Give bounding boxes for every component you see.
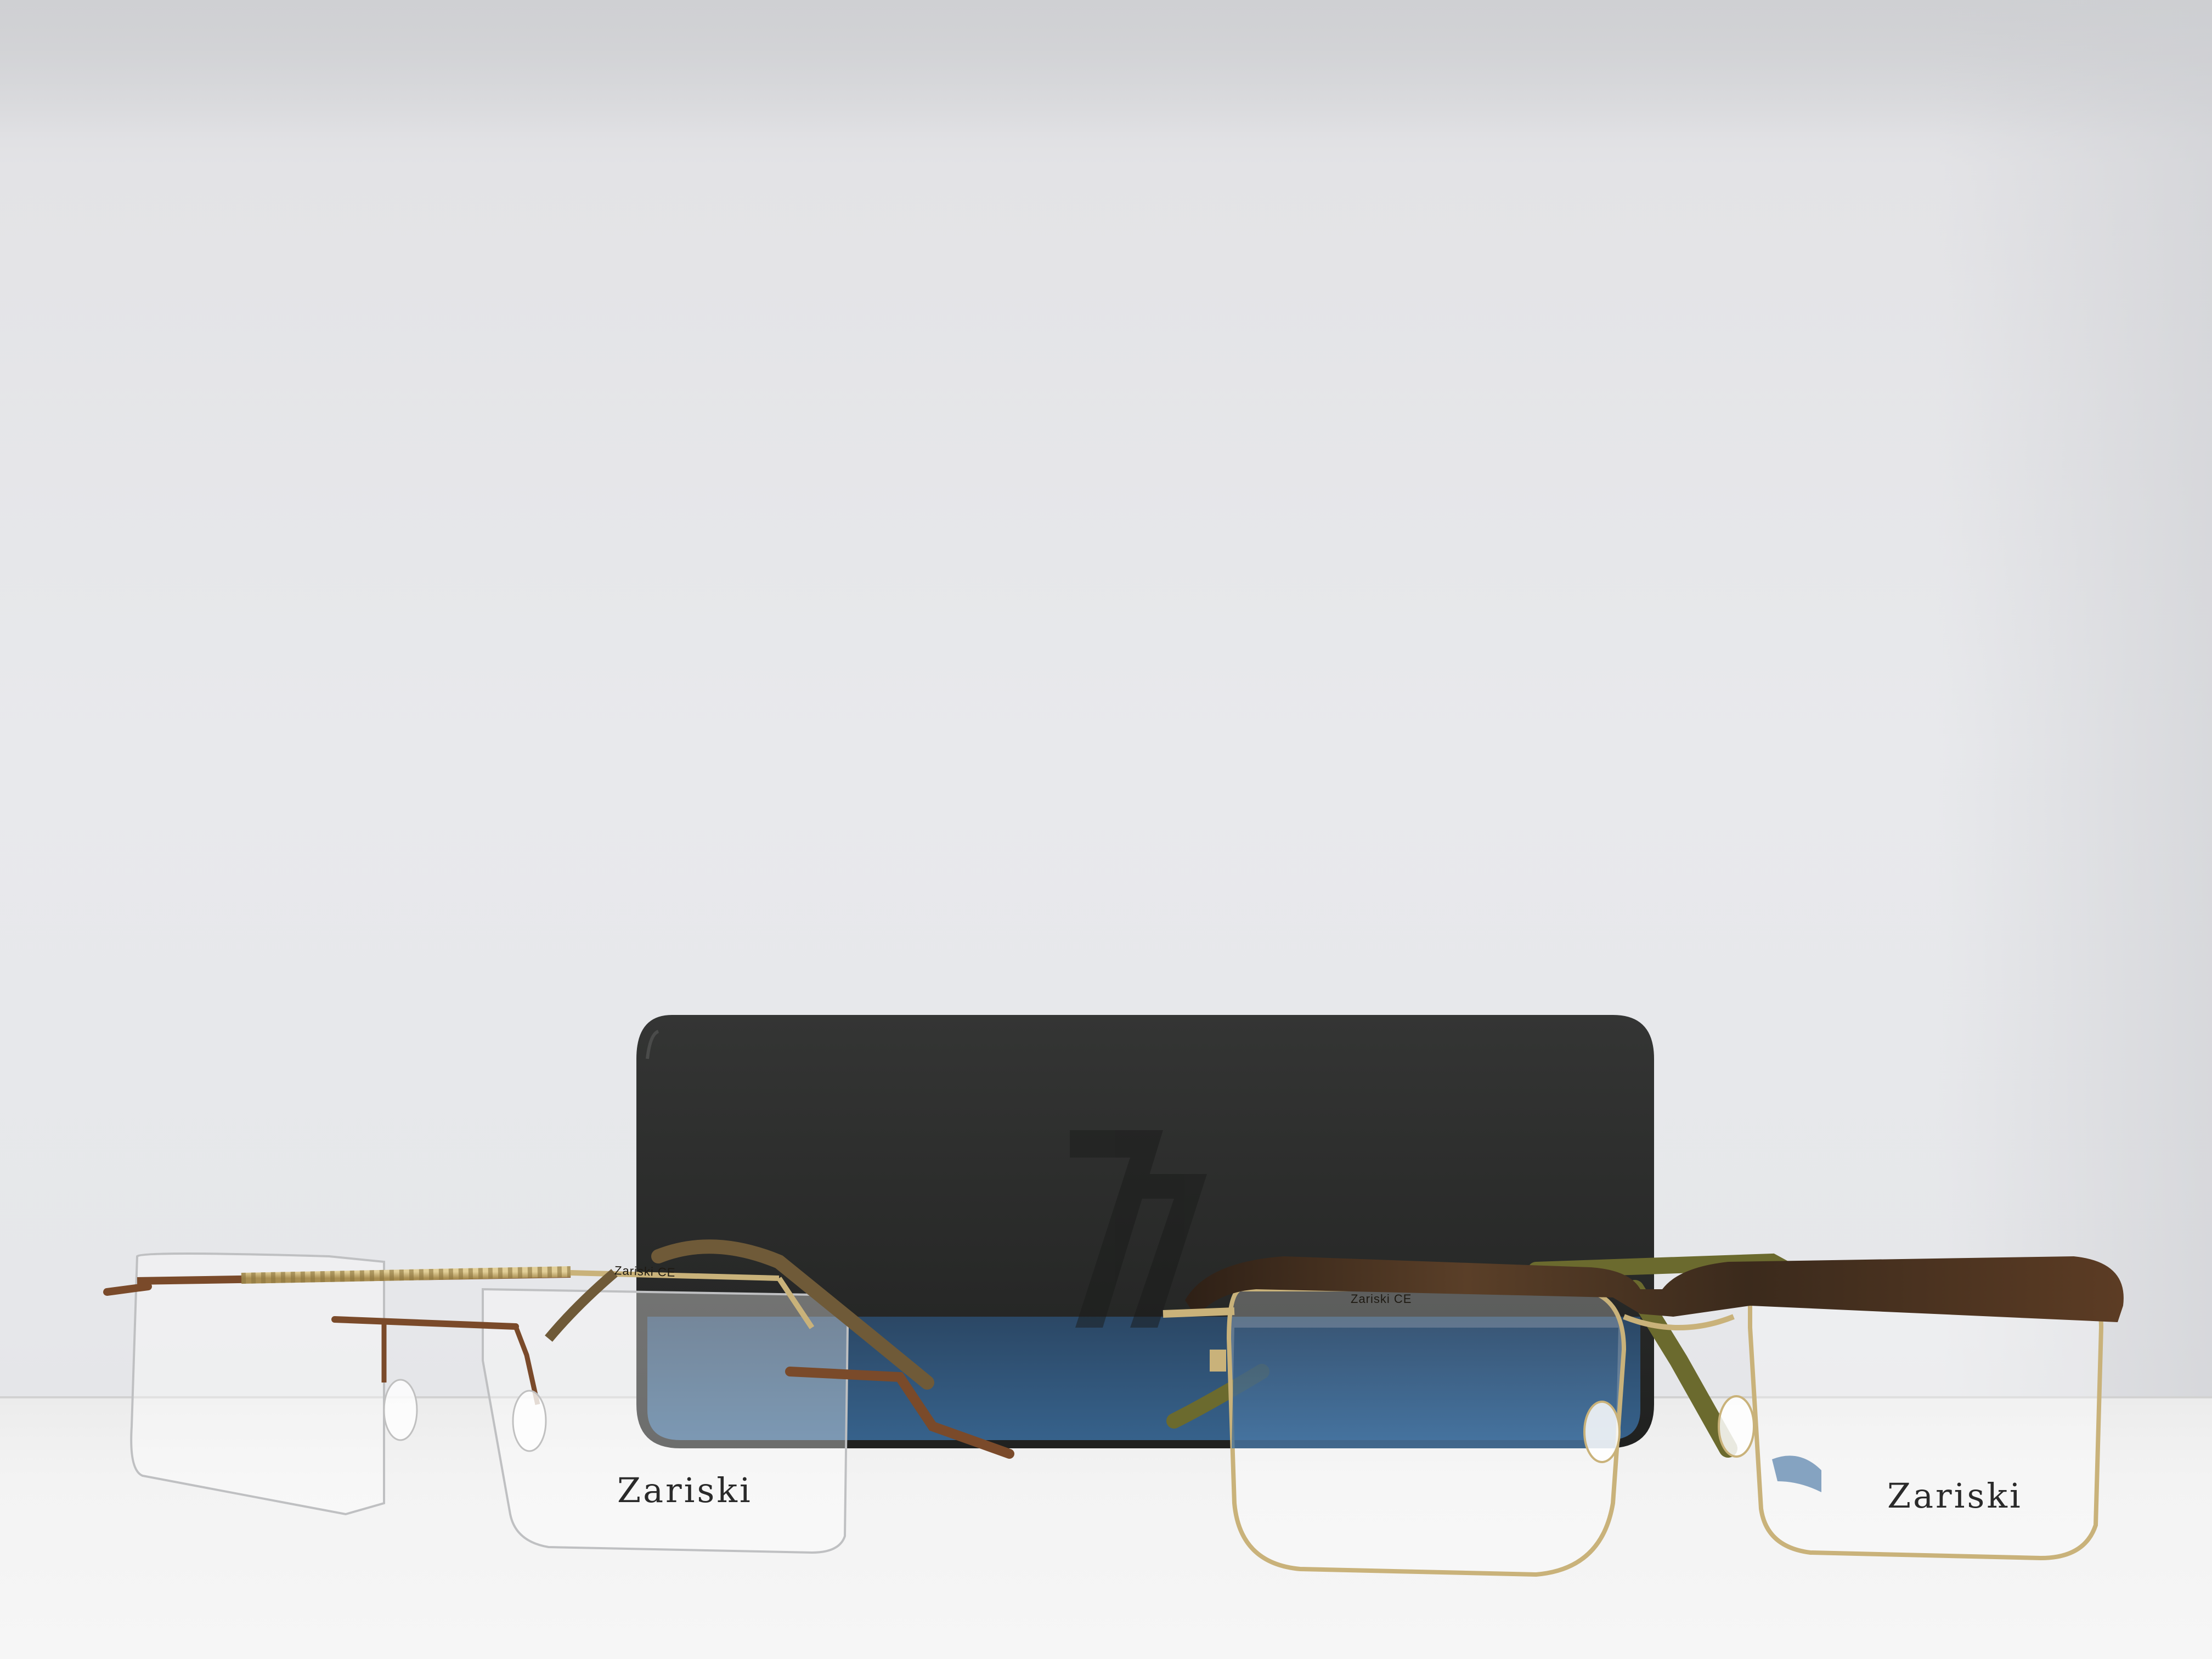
product-photo: Zariski Zariski Zariski CE Zariski CE [0,0,2212,1659]
eyewear-illustration [103,1015,2124,1577]
right-temple-imprint: Zariski CE [1351,1292,1412,1306]
left-lens-brand: Zariski [617,1470,753,1510]
right-lens-brand: Zariski [1887,1476,2023,1516]
left-temple-imprint: Zariski CE [614,1263,676,1279]
